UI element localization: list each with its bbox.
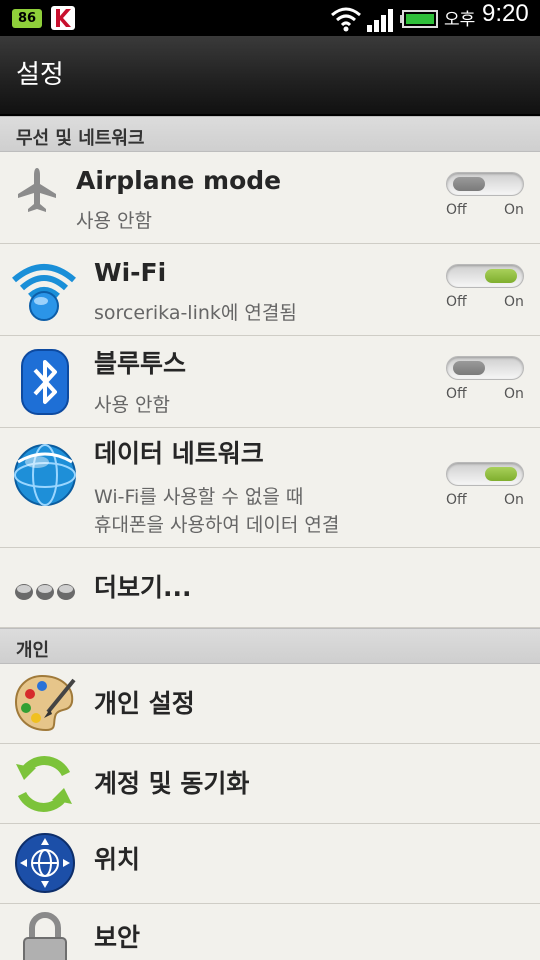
- section-header-personal: 개인: [0, 628, 540, 664]
- settings-item-label: 보안: [94, 923, 141, 952]
- settings-item-label: 데이터 네트워크: [94, 439, 264, 468]
- battery-icon: [400, 10, 438, 28]
- battery-level-badge: 86: [12, 9, 42, 28]
- more-dots-icon: [15, 584, 75, 600]
- toggle-on-label: On: [504, 492, 524, 508]
- toggle-on-label: On: [504, 202, 524, 218]
- settings-item-airplane[interactable]: Airplane mode 사용 안함 Off On: [0, 152, 540, 244]
- toggle-knob: [485, 467, 517, 481]
- title-bar: 설정: [0, 36, 540, 116]
- status-ampm: 오후: [444, 10, 476, 30]
- bluetooth-toggle[interactable]: [446, 356, 524, 380]
- palette-icon: [14, 674, 76, 732]
- settings-item-data-network[interactable]: 데이터 네트워크 Wi-Fi를 사용할 수 없을 때 휴대폰을 사용하여 데이터…: [0, 428, 540, 548]
- settings-item-label: 계정 및 동기화: [94, 769, 250, 798]
- settings-item-summary: Wi-Fi를 사용할 수 없을 때: [94, 486, 304, 508]
- wifi-toggle[interactable]: [446, 264, 524, 288]
- settings-item-personalize[interactable]: 개인 설정: [0, 664, 540, 744]
- settings-item-summary: sorcerika-link에 연결됨: [94, 302, 297, 324]
- kaspersky-icon: [51, 6, 75, 30]
- settings-item-bluetooth[interactable]: 블루투스 사용 안함 Off On: [0, 336, 540, 428]
- page-title: 설정: [16, 60, 64, 90]
- toggle-off-label: Off: [446, 386, 467, 402]
- toggle-on-label: On: [504, 386, 524, 402]
- toggle-off-label: Off: [446, 202, 467, 218]
- section-header-label: 개인: [16, 640, 50, 661]
- status-clock: 9:20: [482, 0, 529, 27]
- settings-item-summary-line2: 휴대폰을 사용하여 데이터 연결: [94, 514, 340, 536]
- wifi-icon: [12, 264, 76, 321]
- toggle-off-label: Off: [446, 294, 467, 310]
- settings-item-wifi[interactable]: Wi-Fi sorcerika-link에 연결됨 Off On: [0, 244, 540, 336]
- bluetooth-icon: [21, 349, 69, 415]
- settings-item-accounts-sync[interactable]: 계정 및 동기화: [0, 744, 540, 824]
- toggle-off-label: Off: [446, 492, 467, 508]
- settings-item-summary: 사용 안함: [76, 210, 152, 232]
- section-header-wireless: 무선 및 네트워크: [0, 116, 540, 152]
- wifi-signal-icon: [331, 7, 361, 32]
- sync-icon: [16, 756, 72, 812]
- airplane-toggle[interactable]: [446, 172, 524, 196]
- settings-item-more[interactable]: 더보기...: [0, 548, 540, 628]
- airplane-icon: [18, 168, 56, 212]
- settings-item-label: Wi-Fi: [94, 258, 167, 287]
- toggle-on-label: On: [504, 294, 524, 310]
- data-network-toggle[interactable]: [446, 462, 524, 486]
- settings-item-label: Airplane mode: [76, 166, 282, 195]
- settings-item-security[interactable]: 보안: [0, 904, 540, 960]
- section-header-label: 무선 및 네트워크: [16, 128, 145, 149]
- globe-icon: [14, 444, 76, 506]
- cell-signal-icon: [367, 9, 393, 32]
- toggle-knob: [453, 361, 485, 375]
- settings-item-location[interactable]: 위치: [0, 824, 540, 904]
- status-bar: 86 오후 9:20: [0, 0, 540, 36]
- settings-item-label: 위치: [94, 845, 141, 874]
- toggle-knob: [453, 177, 485, 191]
- location-compass-icon: [15, 833, 75, 893]
- settings-item-label: 더보기...: [94, 573, 192, 602]
- settings-item-label: 블루투스: [94, 349, 187, 378]
- lock-icon: [23, 912, 67, 960]
- settings-item-label: 개인 설정: [94, 689, 195, 718]
- settings-item-summary: 사용 안함: [94, 394, 170, 416]
- toggle-knob: [485, 269, 517, 283]
